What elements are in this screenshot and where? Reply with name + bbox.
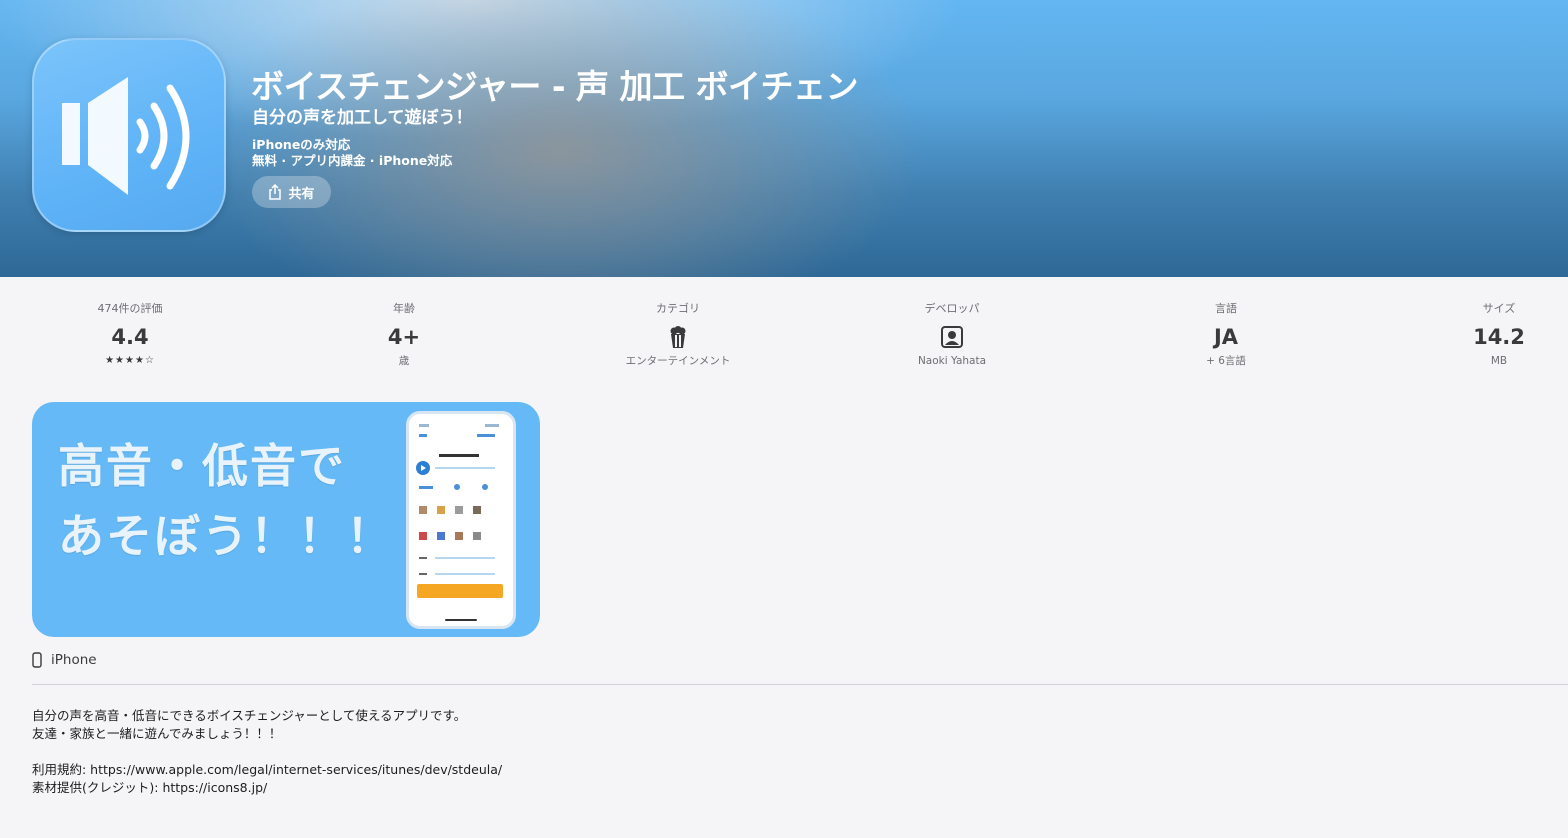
stat-sub: エンターテインメント bbox=[625, 355, 731, 367]
stat-value: JA bbox=[1213, 325, 1239, 349]
section-divider bbox=[32, 684, 1568, 685]
iphone-icon bbox=[32, 652, 42, 668]
stat-age: 年齢 4+ 歳 bbox=[304, 295, 504, 368]
description-line-terms[interactable]: 利用規約: https://www.apple.com/legal/intern… bbox=[32, 761, 502, 779]
price-info: 無料 · アプリ内課金 · iPhone対応 bbox=[252, 153, 453, 168]
stat-sub: + 6言語 bbox=[1206, 355, 1246, 367]
phone-screen-illustration bbox=[416, 424, 503, 621]
stat-developer[interactable]: デベロッパ Naoki Yahata bbox=[852, 295, 1052, 368]
info-stats: 474件の評価 4.4 ★★★★☆ 年齢 4+ 歳 カテゴリ エンターテインメン… bbox=[0, 295, 1568, 375]
star-rating: ★★★★☆ bbox=[105, 355, 155, 366]
stat-size: サイズ 14.2 MB bbox=[1399, 295, 1568, 368]
stat-sub: 歳 bbox=[398, 355, 410, 367]
stat-label: 言語 bbox=[1215, 302, 1237, 315]
stat-category[interactable]: カテゴリ エンターテインメント bbox=[578, 295, 778, 368]
app-subtitle: 自分の声を加工して遊ぼう！ bbox=[252, 108, 473, 128]
stat-value: 4+ bbox=[387, 325, 421, 349]
description-line-credits[interactable]: 素材提供(クレジット): https://icons8.jp/ bbox=[32, 779, 502, 797]
app-title: ボイスチェンジャー - 声 加工 ボイチェン bbox=[251, 67, 859, 106]
stat-label: 474件の評価 bbox=[97, 302, 163, 315]
app-screenshot[interactable]: 高音・低音で あそぼう！！！ bbox=[32, 402, 540, 637]
description-line bbox=[32, 743, 502, 761]
screenshot-headline-1: 高音・低音で bbox=[58, 439, 346, 493]
speaker-icon bbox=[62, 77, 190, 195]
description-line: 友達・家族と一緒に遊んでみましょう！！！ bbox=[32, 726, 282, 741]
share-icon bbox=[269, 184, 282, 200]
app-icon bbox=[32, 38, 226, 232]
popcorn-icon bbox=[578, 323, 778, 351]
stat-language: 言語 JA + 6言語 bbox=[1126, 295, 1326, 368]
stat-sub: MB bbox=[1490, 355, 1508, 367]
stat-sub: Naoki Yahata bbox=[917, 355, 987, 367]
screenshot-headline-2: あそぼう！！！ bbox=[58, 509, 394, 563]
description-line: 自分の声を高音・低音にできるボイスチェンジャーとして使えるアプリです。 bbox=[32, 708, 467, 723]
share-label: 共有 bbox=[288, 186, 315, 202]
app-description: 自分の声を高音・低音にできるボイスチェンジャーとして使えるアプリです。 友達・家… bbox=[32, 707, 502, 797]
phone-mockup bbox=[406, 411, 516, 629]
stat-value: 14.2 bbox=[1473, 325, 1525, 349]
stat-label: カテゴリ bbox=[656, 302, 700, 315]
stat-label: デベロッパ bbox=[924, 302, 980, 315]
app-header: ボイスチェンジャー - 声 加工 ボイチェン 自分の声を加工して遊ぼう！ iPh… bbox=[0, 0, 1568, 277]
device-support: iPhone bbox=[32, 652, 97, 668]
stat-label: 年齢 bbox=[393, 302, 415, 315]
stat-ratings: 474件の評価 4.4 ★★★★☆ bbox=[30, 295, 230, 368]
device-label: iPhone bbox=[51, 652, 97, 668]
stat-label: サイズ bbox=[1482, 302, 1516, 315]
developer-icon bbox=[852, 323, 1052, 351]
share-button[interactable]: 共有 bbox=[252, 176, 331, 208]
stat-value: 4.4 bbox=[111, 325, 149, 349]
